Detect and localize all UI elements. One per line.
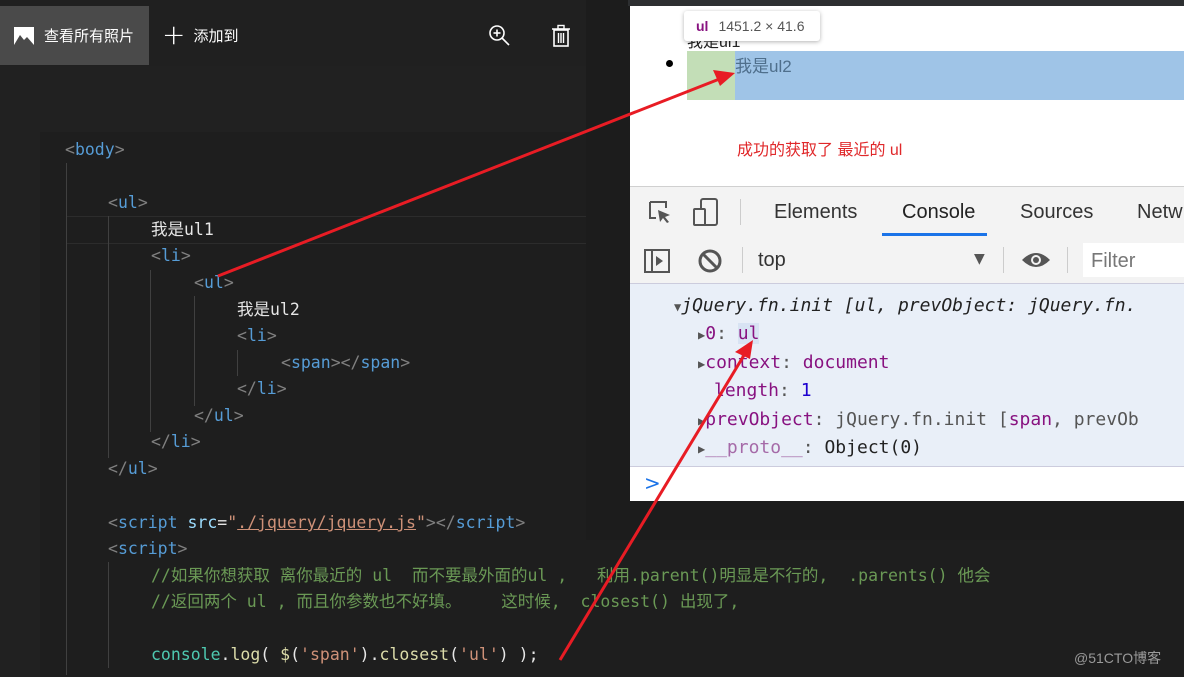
code-line: 我是ul2 [237,300,300,319]
indent-guide [237,350,238,376]
tooltip-size: 1451.2 × 41.6 [718,18,805,34]
divider [742,247,743,273]
code-line: <li> [237,326,277,345]
code-line: <span></span> [281,353,411,372]
tab-network[interactable]: Netw [1137,201,1183,224]
dropdown-arrow-icon[interactable]: ▼ [974,251,985,267]
code-line: 我是ul1 [151,220,214,239]
console-prop-length: length: 1 [714,380,812,401]
inspect-element-icon[interactable] [647,199,673,225]
tab-console[interactable]: Console [902,201,975,224]
code-line: <body> [65,140,125,159]
add-to-label: 添加到 [193,26,239,45]
code-comment: //如果你想获取 离你最近的 ul 而不要最外面的ul , 利用.parent(… [151,566,991,585]
divider [740,199,741,225]
console-log-entry[interactable]: ▼jQuery.fn.init [ul, prevObject: jQuery.… [674,292,1136,320]
code-line: <ul> [108,193,148,212]
divider [1067,247,1068,273]
console-prop-context[interactable]: ▶context: document [698,349,889,377]
tooltip-tag: ul [696,18,709,34]
code-line: <ul> [194,273,234,292]
code-line: <script> [108,539,188,558]
view-all-photos-label: 查看所有照片 [44,27,135,45]
active-tab-indicator [882,233,987,236]
indent-guide [66,163,67,675]
page-ul2-text: 我是ul2 [735,57,792,76]
device-toolbar-icon[interactable] [692,197,720,227]
code-line: console.log( $('span').closest('ul') ); [151,645,539,664]
view-all-photos-button[interactable]: 查看所有照片 [0,6,149,65]
zoom-in-icon [489,25,510,46]
current-line-highlight [66,216,586,244]
watermark: @51CTO博客 [1074,650,1162,666]
indent-guide [108,562,109,668]
code-line: </li> [237,379,287,398]
code-line: </ul> [108,459,158,478]
code-comment: //返回两个 ul , 而且你参数也不好填。 这时候, closest() 出现… [151,592,740,611]
add-to-button[interactable]: + 添加到 [162,18,239,51]
sidebar-toggle-icon[interactable] [644,249,670,273]
live-expression-eye-icon[interactable] [1021,250,1051,270]
console-prop-0[interactable]: ▶0: ul [698,320,760,348]
indent-guide [108,216,109,458]
indent-guide [194,296,195,406]
divider [1003,247,1004,273]
code-line: </ul> [194,406,244,425]
list-bullet [666,60,673,67]
context-selector[interactable]: top [758,249,786,272]
inspect-padding-highlight [687,51,735,100]
annotation-text: 成功的获取了 最近的 ul [737,142,903,159]
devtools-tabbar: Elements Console Sources Netw [630,186,1184,238]
prompt-chevron-icon: > [644,471,661,495]
console-output: ▼jQuery.fn.init [ul, prevObject: jQuery.… [630,284,1184,466]
code-line: </li> [151,432,201,451]
clear-console-icon[interactable] [697,248,723,274]
tab-elements[interactable]: Elements [774,201,857,224]
plus-icon: + [162,18,186,51]
indent-guide [150,270,151,432]
tab-sources[interactable]: Sources [1020,201,1093,224]
trash-icon [552,24,570,47]
inspect-tooltip: ul 1451.2 × 41.6 [684,11,820,41]
console-prop-prevobject[interactable]: ▶prevObject: jQuery.fn.init [span, prevO… [698,406,1139,434]
console-prop-proto[interactable]: ▶__proto__: Object(0) [698,434,922,462]
code-line: <script src="./jquery/jquery.js"></scrip… [108,513,526,532]
filter-input[interactable]: Filter [1083,243,1184,277]
inspect-content-highlight [735,51,1184,100]
zoom-in-button[interactable] [488,24,512,48]
image-icon [14,26,34,45]
filter-placeholder: Filter [1091,250,1136,272]
delete-button[interactable] [551,24,571,48]
code-line: <li> [151,246,191,265]
console-prompt[interactable]: > [630,466,1184,501]
